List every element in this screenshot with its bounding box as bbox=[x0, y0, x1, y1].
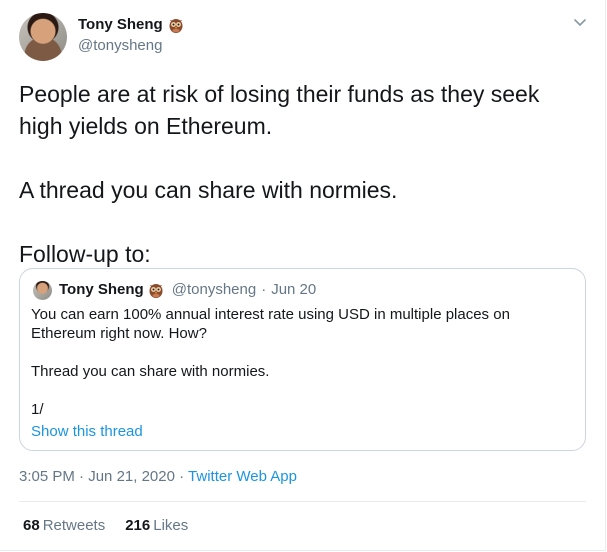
tweet-source-link[interactable]: Twitter Web App bbox=[188, 468, 297, 485]
retweets-count: 68 bbox=[23, 517, 40, 534]
quoted-header: Tony Sheng @tonysheng · Jun 20 bbox=[59, 281, 316, 298]
quoted-author-handle: @tonysheng bbox=[171, 281, 257, 298]
quoted-author-name: Tony Sheng bbox=[59, 281, 144, 298]
meta-separator: · bbox=[79, 468, 85, 485]
quoted-avatar bbox=[33, 281, 52, 300]
tweet-date[interactable]: Jun 21, 2020 bbox=[88, 468, 175, 485]
chevron-down-icon[interactable] bbox=[573, 18, 587, 28]
author-name-row[interactable]: Tony Sheng bbox=[78, 16, 183, 33]
tweet-stats: 68 Retweets 216 Likes bbox=[23, 517, 188, 534]
retweets-stat[interactable]: 68 Retweets bbox=[23, 517, 105, 534]
author-name[interactable]: Tony Sheng bbox=[78, 16, 163, 33]
meta-separator: · bbox=[179, 468, 185, 485]
quoted-tweet[interactable]: Tony Sheng @tonysheng · Jun 20 You can e… bbox=[19, 268, 586, 451]
tweet-time[interactable]: 3:05 PM bbox=[19, 468, 75, 485]
retweets-label: Retweets bbox=[42, 517, 106, 534]
owl-emoji-icon bbox=[149, 283, 163, 298]
tweet-card: Tony Sheng @tonysheng People are at risk… bbox=[0, 0, 606, 551]
tweet-meta: 3:05 PM · Jun 21, 2020 · Twitter Web App bbox=[19, 468, 297, 485]
likes-label: Likes bbox=[153, 517, 189, 534]
likes-stat[interactable]: 216 Likes bbox=[125, 517, 188, 534]
quoted-date: Jun 20 bbox=[271, 281, 317, 298]
author-handle[interactable]: @tonysheng bbox=[78, 37, 162, 54]
tweet-text: People are at risk of losing their funds… bbox=[19, 81, 540, 267]
owl-emoji-icon bbox=[169, 18, 183, 33]
divider bbox=[19, 501, 586, 502]
likes-count: 216 bbox=[125, 517, 151, 534]
quoted-separator: · bbox=[261, 281, 267, 298]
show-thread-link[interactable]: Show this thread bbox=[31, 423, 143, 440]
avatar[interactable] bbox=[19, 13, 67, 61]
quoted-tweet-text: You can earn 100% annual interest rate u… bbox=[31, 306, 510, 418]
